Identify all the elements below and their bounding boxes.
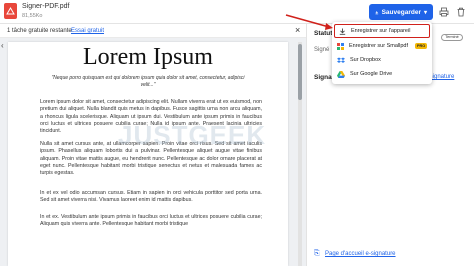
- annotation-arrow-icon: [285, 14, 333, 30]
